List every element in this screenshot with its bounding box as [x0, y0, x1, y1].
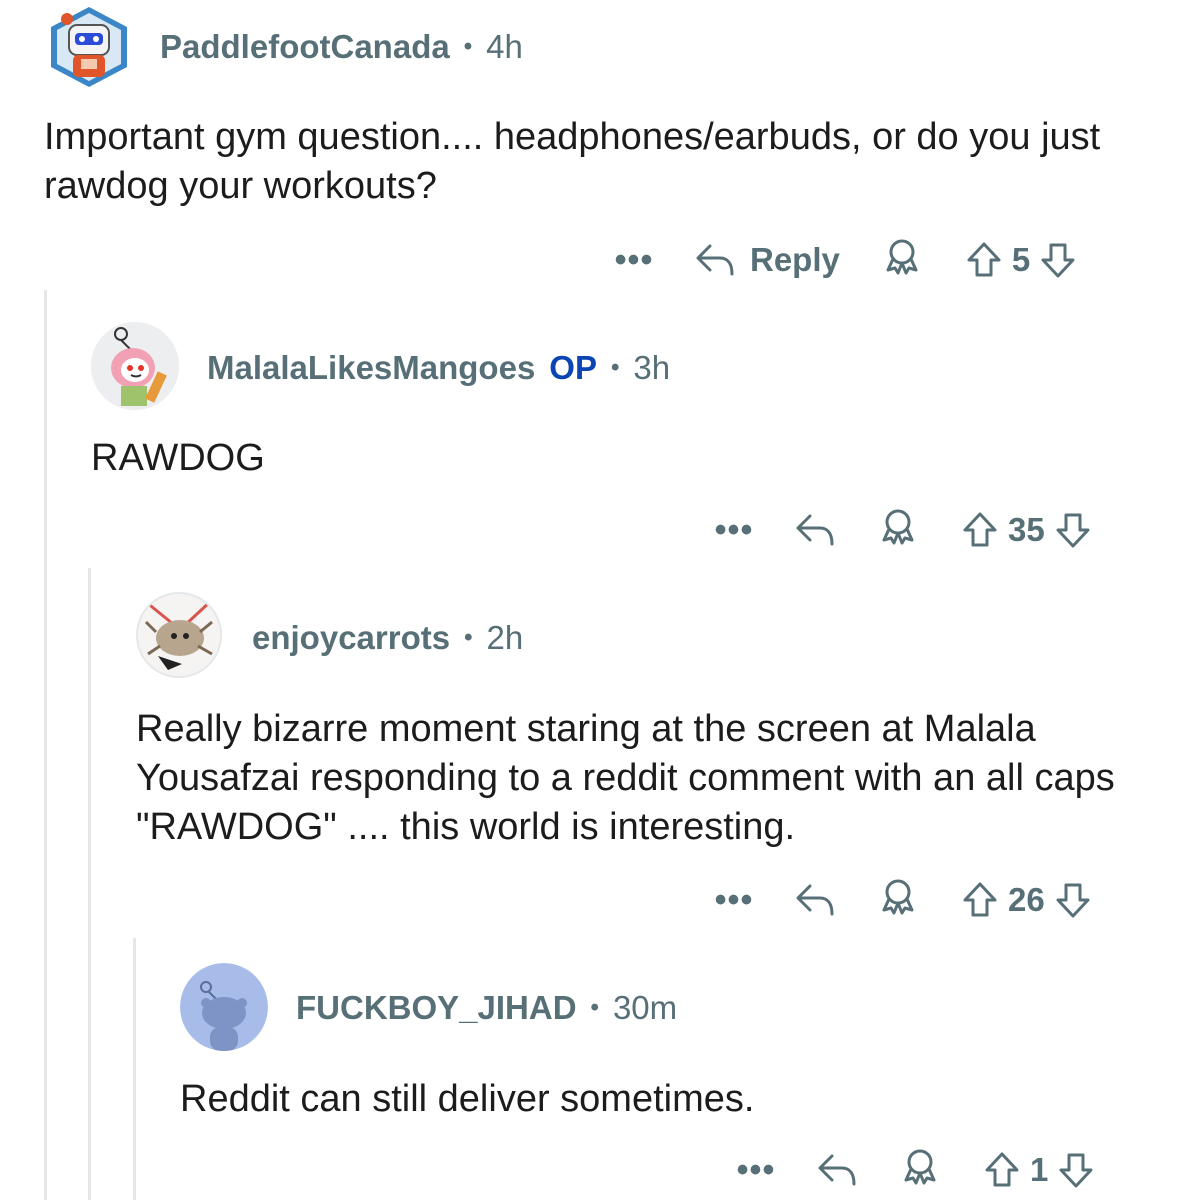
- thread-line-level-1[interactable]: [44, 290, 47, 1200]
- separator-dot: •: [464, 624, 473, 651]
- separator-dot: •: [590, 994, 599, 1021]
- award-icon[interactable]: [878, 876, 918, 924]
- reply-arrow-icon: [818, 1154, 856, 1186]
- comment-actions: ••• 26: [704, 876, 1093, 924]
- award-icon[interactable]: [878, 506, 918, 554]
- upvote-icon[interactable]: [960, 510, 1000, 550]
- snoo-hijab-avatar-icon[interactable]: [91, 322, 179, 410]
- comment-body: RAWDOG: [91, 437, 265, 479]
- vote-count: 5: [1011, 241, 1031, 278]
- award-icon[interactable]: [882, 236, 922, 284]
- comment-body: Really bizarre moment staring at the scr…: [136, 708, 1115, 848]
- reply-arrow-icon: [796, 884, 834, 916]
- vote-controls: 26: [960, 880, 1093, 920]
- username[interactable]: PaddlefootCanada: [160, 28, 450, 66]
- vote-count: 26: [1008, 881, 1045, 918]
- username[interactable]: enjoycarrots: [252, 619, 450, 657]
- anime-creature-avatar-icon[interactable]: [136, 592, 222, 678]
- comment-body: Important gym question.... headphones/ea…: [44, 116, 1101, 207]
- separator-dot: •: [463, 33, 473, 60]
- thread-line-level-2[interactable]: [88, 568, 91, 1200]
- reply-button[interactable]: Reply: [694, 240, 840, 280]
- downvote-icon[interactable]: [1053, 880, 1093, 920]
- timestamp: 2h: [486, 619, 524, 656]
- more-options-button[interactable]: •••: [704, 511, 764, 550]
- default-snoo-avatar-icon[interactable]: [180, 963, 268, 1051]
- timestamp: 30m: [612, 989, 678, 1026]
- comment-meta: enjoycarrots • 2h: [252, 619, 523, 657]
- reply-button[interactable]: [816, 1150, 858, 1190]
- upvote-icon[interactable]: [982, 1150, 1022, 1190]
- upvote-icon[interactable]: [960, 880, 1000, 920]
- username[interactable]: FUCKBOY_JIHAD: [296, 989, 577, 1027]
- reply-button[interactable]: [794, 510, 836, 550]
- vote-count: 35: [1008, 511, 1045, 548]
- separator-dot: •: [610, 354, 620, 381]
- more-options-button[interactable]: •••: [604, 241, 664, 280]
- thread-line-level-3[interactable]: [133, 938, 136, 1200]
- timestamp: 3h: [633, 349, 671, 386]
- reply-arrow-icon: [796, 514, 834, 546]
- comment-body: Reddit can still deliver sometimes.: [180, 1078, 755, 1120]
- comment-actions: ••• Reply 5: [604, 236, 1078, 284]
- reply-label: Reply: [750, 241, 840, 278]
- op-badge: OP: [549, 349, 597, 386]
- downvote-icon[interactable]: [1053, 510, 1093, 550]
- upvote-icon[interactable]: [964, 240, 1004, 280]
- downvote-icon[interactable]: [1038, 240, 1078, 280]
- more-options-button[interactable]: •••: [704, 881, 764, 920]
- reply-button[interactable]: [794, 880, 836, 920]
- vote-controls: 5: [964, 240, 1078, 280]
- downvote-icon[interactable]: [1056, 1150, 1096, 1190]
- comment-meta: PaddlefootCanada • 4h: [160, 28, 523, 66]
- comment-actions: ••• 35: [704, 506, 1093, 554]
- vote-count: 1: [1030, 1151, 1049, 1188]
- comment-meta: FUCKBOY_JIHAD • 30m: [296, 989, 677, 1027]
- more-options-button[interactable]: •••: [726, 1151, 786, 1190]
- vote-controls: 1: [982, 1150, 1096, 1190]
- username[interactable]: MalalaLikesMangoes: [207, 349, 535, 387]
- timestamp: 4h: [486, 28, 523, 65]
- comment-actions: ••• 1: [726, 1146, 1096, 1194]
- robot-avatar-icon[interactable]: [47, 5, 131, 89]
- award-icon[interactable]: [900, 1146, 940, 1194]
- reply-arrow-icon: [696, 244, 734, 276]
- vote-controls: 35: [960, 510, 1093, 550]
- comment-meta: MalalaLikesMangoes OP • 3h: [207, 349, 670, 387]
